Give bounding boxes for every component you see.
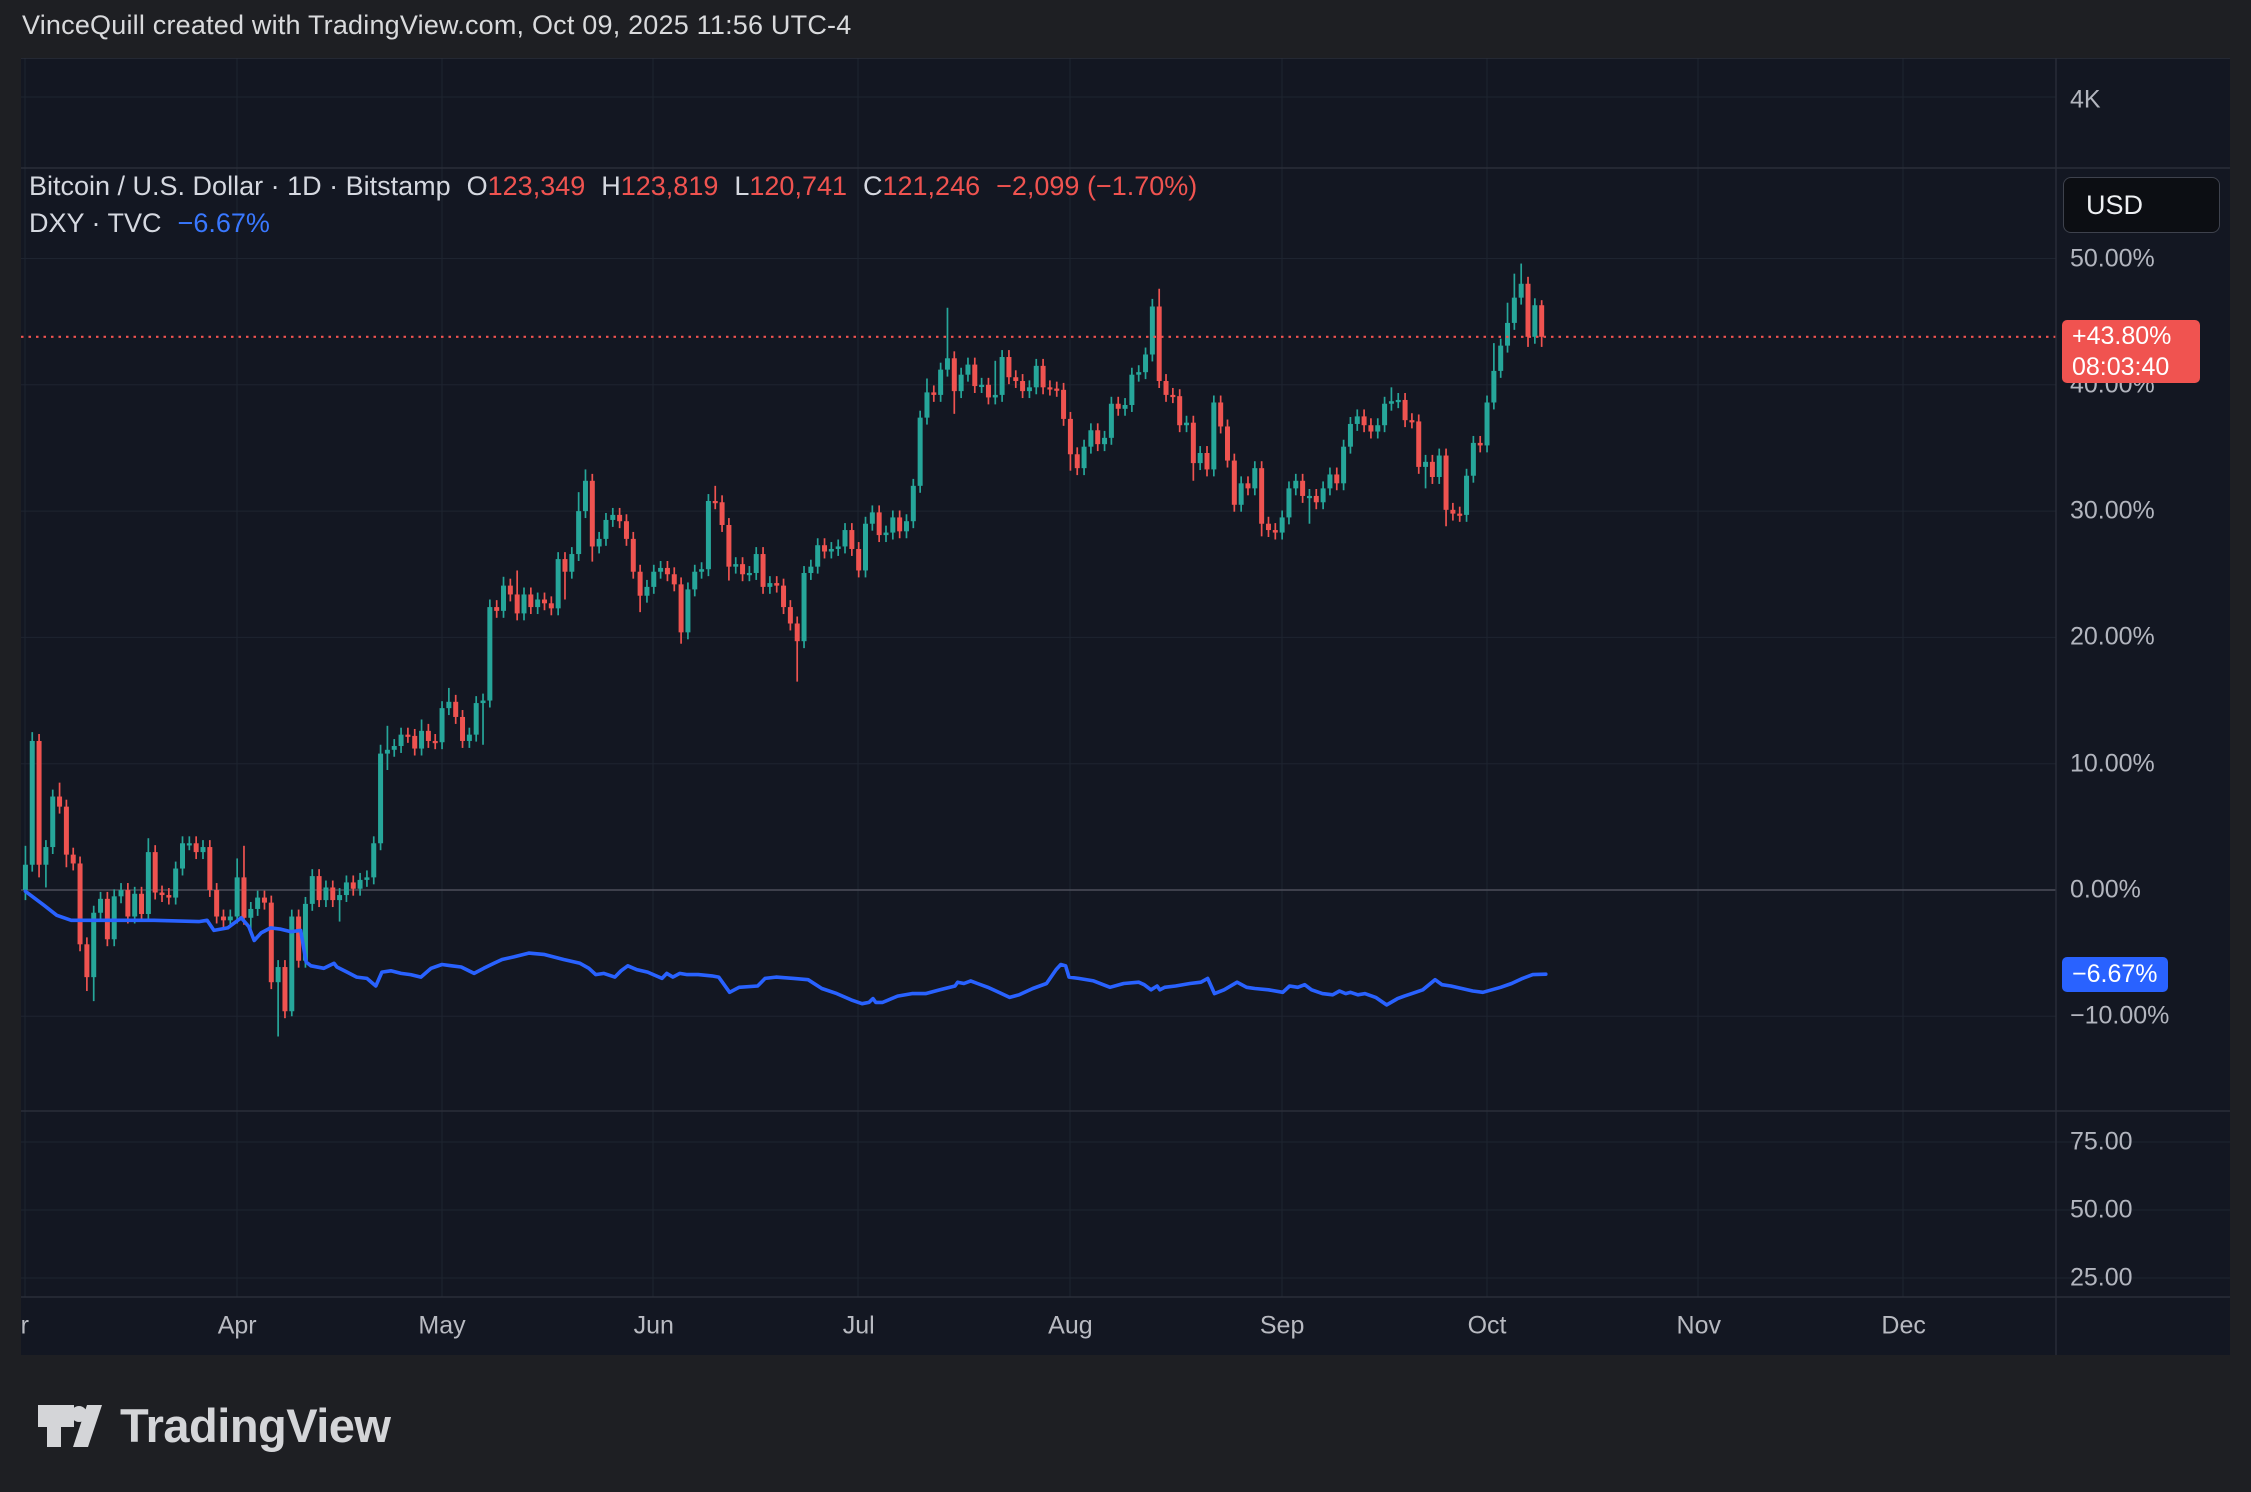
y-axis-tick: 20.00% <box>2070 623 2155 652</box>
x-axis-month-label: May <box>418 1312 465 1341</box>
last-price-badge: +43.80% 08:03:40 <box>2062 320 2200 383</box>
chart-plot-area[interactable] <box>21 58 2230 1355</box>
change-value: −2,099 (−1.70%) <box>996 168 1197 205</box>
compare-change-value: −6.67% <box>178 205 270 242</box>
ohlc-low: L120,741 <box>734 168 847 205</box>
symbol-title: Bitcoin / U.S. Dollar · 1D · Bitstamp <box>29 168 451 205</box>
x-axis-month-label: Sep <box>1260 1312 1304 1341</box>
attribution-header: VinceQuill created with TradingView.com,… <box>22 10 851 41</box>
legend-main-series-row: Bitcoin / U.S. Dollar · 1D · Bitstamp O1… <box>29 168 1197 205</box>
x-axis-month-label: Apr <box>218 1312 257 1341</box>
ohlc-close: C121,246 <box>863 168 980 205</box>
compare-symbol-title: DXY · TVC <box>29 205 162 242</box>
currency-toggle-button[interactable]: USD <box>2063 177 2220 233</box>
tradingview-logo[interactable]: TradingView <box>38 1398 391 1453</box>
x-axis-month-label: Dec <box>1881 1312 1925 1341</box>
x-axis-month-label: Aug <box>1048 1312 1092 1341</box>
bar-countdown: 08:03:40 <box>2072 352 2200 383</box>
y-axis-tick: 50.00% <box>2070 244 2155 273</box>
y-axis-tick-lower-pane: 50.00 <box>2070 1196 2133 1225</box>
legend-compare-series-row: DXY · TVC −6.67% <box>29 205 1197 242</box>
y-axis-tick-lower-pane: 25.00 <box>2070 1264 2133 1293</box>
x-axis-month-label: Mar <box>21 1312 29 1341</box>
compare-last-value-badge: −6.67% <box>2062 957 2168 992</box>
ohlc-high: H123,819 <box>601 168 718 205</box>
ohlc-open: O123,349 <box>467 168 586 205</box>
x-axis-month-label: Nov <box>1677 1312 1721 1341</box>
chart-legend: Bitcoin / U.S. Dollar · 1D · Bitstamp O1… <box>29 168 1197 242</box>
x-axis-month-label: Jul <box>843 1312 875 1341</box>
chart-widget[interactable]: Bitcoin / U.S. Dollar · 1D · Bitstamp O1… <box>21 58 2230 1355</box>
x-axis-month-label: Jun <box>634 1312 674 1341</box>
x-axis-month-label: Oct <box>1468 1312 1507 1341</box>
tradingview-wordmark: TradingView <box>120 1398 391 1453</box>
last-price-percent: +43.80% <box>2072 321 2200 352</box>
tradingview-logo-mark <box>38 1405 102 1447</box>
y-axis-tick-4k: 4K <box>2070 86 2101 115</box>
y-axis-tick: 30.00% <box>2070 497 2155 526</box>
y-axis-tick: −10.00% <box>2070 1002 2169 1031</box>
y-axis-tick-lower-pane: 75.00 <box>2070 1128 2133 1157</box>
tradingview-snapshot: { "header": { "attribution": "VinceQuill… <box>0 0 2251 1492</box>
y-axis-tick: 0.00% <box>2070 876 2141 905</box>
y-axis-tick: 10.00% <box>2070 749 2155 778</box>
